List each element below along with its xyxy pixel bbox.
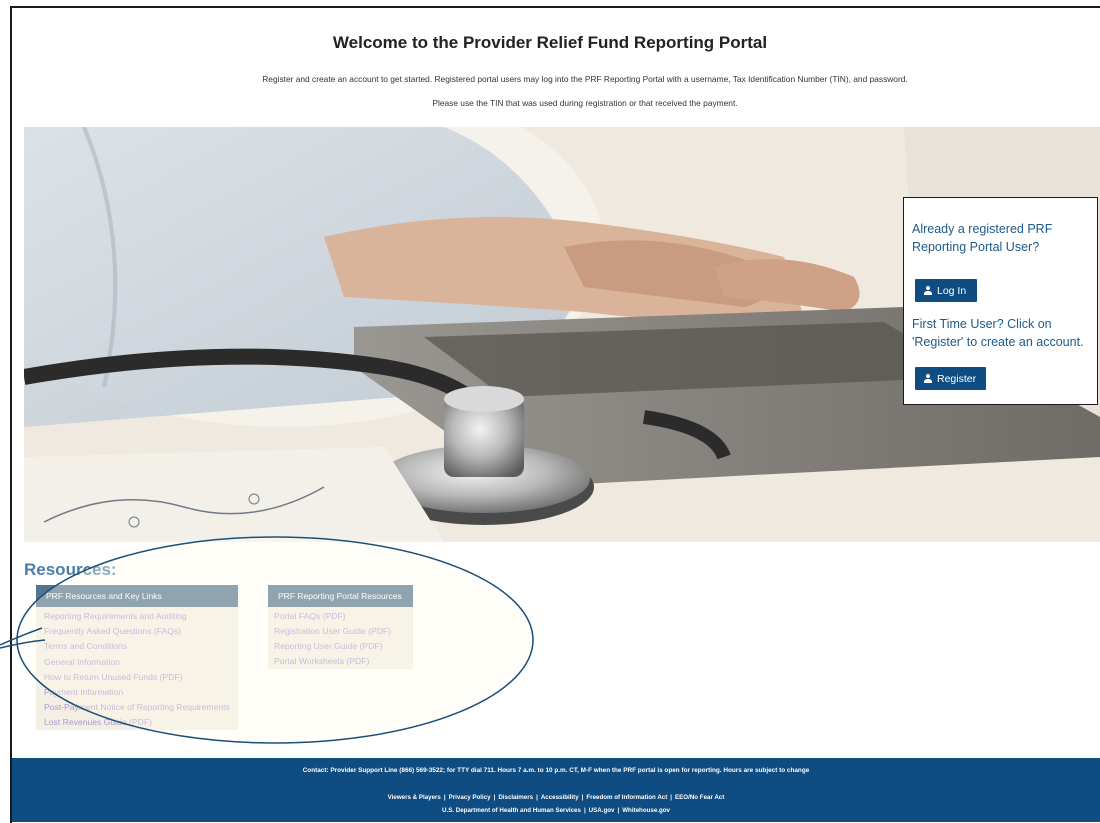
footer-link-hhs[interactable]: U.S. Department of Health and Human Serv… (442, 807, 581, 814)
first-time-user-prompt: First Time User? Click on 'Register' to … (912, 317, 1084, 349)
link-faqs[interactable]: Frequently Asked Questions (FAQs) (44, 624, 238, 639)
link-return-unused-funds[interactable]: How to Return Unused Funds (PDF) (44, 670, 238, 685)
separator: | (583, 807, 586, 814)
tin-note: Please use the TIN that was used during … (432, 98, 738, 108)
login-button-label: Log In (937, 284, 967, 297)
key-links-heading: PRF Resources and Key Links (36, 585, 238, 607)
portal-resources-list: Portal FAQs (PDF) Registration User Guid… (268, 607, 413, 669)
separator: | (670, 794, 673, 801)
footer-link-disclaimers[interactable]: Disclaimers (498, 794, 533, 801)
registered-user-prompt: Already a registered PRF Reporting Porta… (912, 222, 1053, 254)
footer-link-usa-gov[interactable]: USA.gov (589, 807, 615, 814)
footer-link-privacy-policy[interactable]: Privacy Policy (449, 794, 491, 801)
footer-link-viewers-players[interactable]: Viewers & Players (388, 794, 441, 801)
link-terms-and-conditions[interactable]: Terms and Conditions (44, 639, 238, 654)
key-links-panel: PRF Resources and Key Links Reporting Re… (36, 585, 238, 730)
link-post-payment-notice[interactable]: Post-Payment Notice of Reporting Require… (44, 700, 238, 715)
footer-contact: Contact: Provider Support Line (866) 569… (302, 767, 810, 774)
link-general-information[interactable]: General Information (44, 655, 238, 670)
resources-heading: Resources: (24, 560, 117, 579)
footer-links-row: Viewers & Players | Privacy Policy | Disclai… (12, 794, 1100, 801)
link-lost-revenues-guide[interactable]: Lost Revenues Guide (PDF) (44, 715, 238, 730)
login-button[interactable]: Log In (915, 279, 977, 302)
site-footer: Contact: Provider Support Line (866) 569… (12, 758, 1100, 822)
separator: | (443, 794, 446, 801)
link-reporting-requirements[interactable]: Reporting Requirements and Auditing (44, 609, 238, 624)
login-panel: Already a registered PRF Reporting Porta… (903, 197, 1098, 405)
footer-link-whitehouse-gov[interactable]: Whitehouse.gov (622, 807, 670, 814)
link-registration-user-guide[interactable]: Registration User Guide (PDF) (274, 624, 413, 639)
portal-resources-heading: PRF Reporting Portal Resources (268, 585, 413, 607)
portal-resources-panel: PRF Reporting Portal Resources Portal FA… (268, 585, 413, 669)
separator: | (536, 794, 538, 801)
page-title: Welcome to the Provider Relief Fund Repo… (332, 33, 768, 52)
person-icon (924, 286, 932, 295)
link-payment-information[interactable]: Payment Information (44, 685, 238, 700)
footer-link-foia[interactable]: Freedom of Information Act (586, 794, 667, 801)
footer-agency-links-row: U.S. Department of Health and Human Serv… (12, 807, 1100, 814)
link-reporting-user-guide[interactable]: Reporting User Guide (PDF) (274, 639, 413, 654)
link-portal-faqs[interactable]: Portal FAQs (PDF) (274, 609, 413, 624)
link-portal-worksheets[interactable]: Portal Worksheets (PDF) (274, 654, 413, 669)
intro-text: Register and create an account to get st… (262, 74, 908, 84)
register-button-label: Register (937, 372, 977, 385)
footer-link-accessibility[interactable]: Accessibility (541, 794, 579, 801)
register-button[interactable]: Register (915, 367, 986, 390)
key-links-list: Reporting Requirements and Auditing Freq… (36, 607, 238, 731)
footer-link-eeo-no-fear-act[interactable]: EEO/No Fear Act (675, 794, 724, 801)
person-icon (924, 374, 932, 383)
